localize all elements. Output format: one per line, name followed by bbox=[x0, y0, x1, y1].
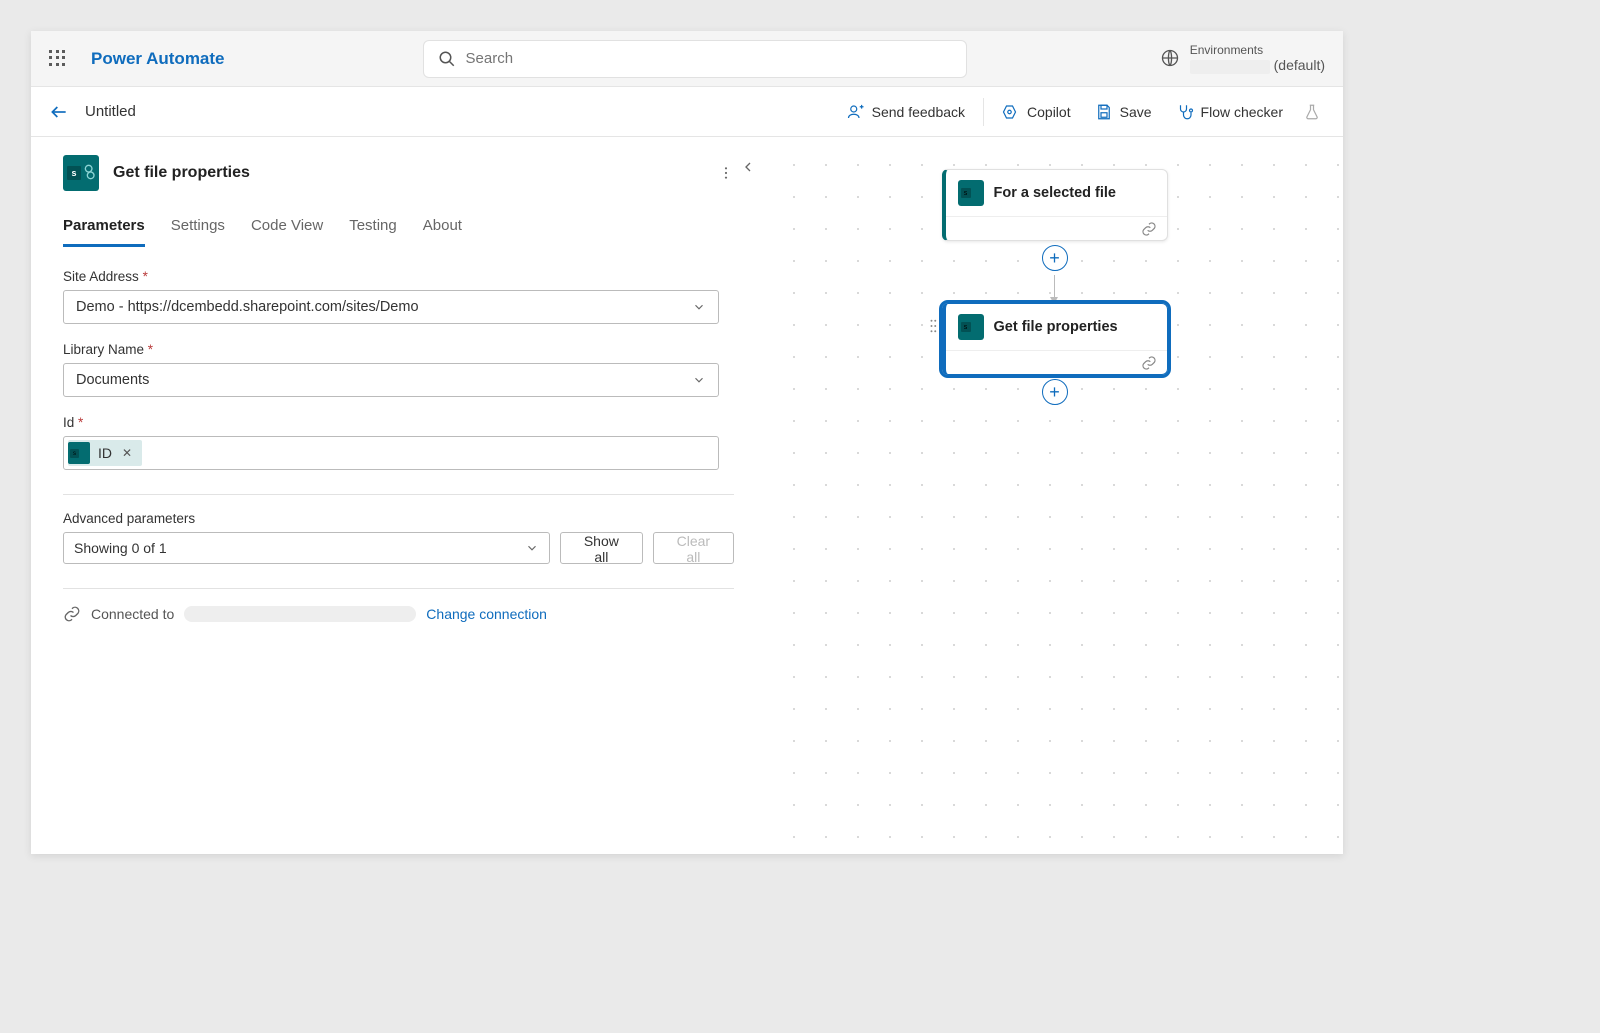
node-get-file-properties[interactable]: s Get file properties bbox=[942, 303, 1168, 375]
chevron-down-icon bbox=[692, 300, 706, 314]
change-connection-link[interactable]: Change connection bbox=[426, 606, 547, 622]
library-name-select[interactable]: Documents bbox=[63, 363, 719, 397]
clear-all-button: Clear all bbox=[653, 532, 734, 564]
sharepoint-icon: s bbox=[68, 442, 90, 464]
search-box[interactable] bbox=[423, 40, 967, 78]
tab-settings[interactable]: Settings bbox=[171, 217, 225, 247]
panel-title: Get file properties bbox=[113, 164, 250, 182]
chevron-left-icon bbox=[740, 159, 756, 175]
save-label: Save bbox=[1120, 104, 1152, 120]
collapse-panel-button[interactable] bbox=[740, 159, 756, 175]
chevron-down-icon bbox=[692, 373, 706, 387]
sharepoint-icon: s bbox=[958, 314, 984, 340]
copilot-label: Copilot bbox=[1027, 104, 1071, 120]
drag-icon bbox=[928, 317, 938, 335]
sharepoint-icon: s bbox=[958, 180, 984, 206]
link-icon bbox=[1141, 221, 1157, 237]
site-address-value: Demo - https://dcembedd.sharepoint.com/s… bbox=[76, 299, 419, 315]
test-button[interactable] bbox=[1297, 97, 1327, 127]
search-input[interactable] bbox=[466, 50, 952, 67]
library-name-value: Documents bbox=[76, 372, 149, 388]
panel-header: s Get file properties bbox=[31, 137, 766, 203]
globe-icon bbox=[1160, 48, 1180, 68]
site-address-select[interactable]: Demo - https://dcembedd.sharepoint.com/s… bbox=[63, 290, 719, 324]
panel-more-button[interactable] bbox=[714, 161, 738, 185]
send-feedback-button[interactable]: Send feedback bbox=[837, 97, 975, 127]
action-config-panel: s Get file properties Parameters Setting… bbox=[31, 137, 766, 854]
divider bbox=[63, 494, 734, 495]
back-button[interactable] bbox=[47, 100, 71, 124]
remove-token-button[interactable]: ✕ bbox=[118, 446, 136, 460]
flask-icon bbox=[1303, 103, 1321, 121]
search-icon bbox=[438, 50, 456, 68]
show-all-button[interactable]: Show all bbox=[560, 532, 643, 564]
flow-canvas[interactable]: s For a selected file + bbox=[766, 137, 1343, 854]
id-token[interactable]: s ID ✕ bbox=[68, 440, 142, 466]
app-title: Power Automate bbox=[85, 49, 225, 69]
id-input[interactable]: s ID ✕ bbox=[63, 436, 719, 470]
send-feedback-label: Send feedback bbox=[872, 104, 965, 120]
connected-to-label: Connected to bbox=[91, 606, 174, 622]
environment-name: (default) bbox=[1190, 57, 1325, 73]
flow-checker-label: Flow checker bbox=[1201, 104, 1283, 120]
app-launcher-button[interactable] bbox=[31, 31, 85, 87]
copilot-icon bbox=[1002, 103, 1020, 121]
connection-name-redacted bbox=[184, 606, 416, 622]
library-name-label: Library Name * bbox=[63, 342, 734, 357]
environments-label: Environments bbox=[1190, 43, 1325, 57]
tab-testing[interactable]: Testing bbox=[349, 217, 397, 247]
divider bbox=[63, 588, 734, 589]
advanced-parameters-select[interactable]: Showing 0 of 1 bbox=[63, 532, 550, 564]
flow-checker-button[interactable]: Flow checker bbox=[1166, 97, 1293, 127]
connection-row: Connected to Change connection bbox=[63, 605, 734, 623]
tab-parameters[interactable]: Parameters bbox=[63, 217, 145, 247]
link-icon bbox=[1141, 355, 1157, 371]
save-button[interactable]: Save bbox=[1085, 97, 1162, 127]
add-action-button[interactable]: + bbox=[1042, 245, 1068, 271]
sharepoint-icon: s bbox=[63, 155, 99, 191]
arrow-left-icon bbox=[49, 102, 69, 122]
parameters-form: Site Address * Demo - https://dcembedd.s… bbox=[31, 247, 766, 623]
command-bar: Untitled Send feedback Copilot Save Flow… bbox=[31, 87, 1343, 137]
connector-arrow bbox=[1054, 275, 1055, 303]
stethoscope-icon bbox=[1176, 103, 1194, 121]
tab-code-view[interactable]: Code View bbox=[251, 217, 323, 247]
node-title: Get file properties bbox=[994, 319, 1118, 335]
link-icon bbox=[63, 605, 81, 623]
node-drag-handle[interactable] bbox=[928, 317, 938, 335]
main-area: s Get file properties Parameters Setting… bbox=[31, 137, 1343, 854]
id-token-label: ID bbox=[98, 445, 118, 461]
more-vertical-icon bbox=[718, 165, 734, 181]
advanced-parameters-label: Advanced parameters bbox=[63, 511, 734, 526]
save-icon bbox=[1095, 103, 1113, 121]
panel-tabs: Parameters Settings Code View Testing Ab… bbox=[31, 203, 766, 247]
flow-title[interactable]: Untitled bbox=[85, 103, 136, 120]
waffle-icon bbox=[49, 50, 67, 68]
node-title: For a selected file bbox=[994, 185, 1117, 201]
tab-about[interactable]: About bbox=[423, 217, 462, 247]
node-for-selected-file[interactable]: s For a selected file bbox=[942, 169, 1168, 241]
environment-picker[interactable]: Environments (default) bbox=[1160, 43, 1325, 73]
advanced-showing-text: Showing 0 of 1 bbox=[74, 540, 167, 556]
add-action-button[interactable]: + bbox=[1042, 379, 1068, 405]
feedback-icon bbox=[847, 103, 865, 121]
app-shell: Power Automate Environments (default) Un… bbox=[31, 31, 1343, 854]
id-label: Id * bbox=[63, 415, 734, 430]
chevron-down-icon bbox=[525, 541, 539, 555]
copilot-button[interactable]: Copilot bbox=[992, 97, 1081, 127]
topbar: Power Automate Environments (default) bbox=[31, 31, 1343, 87]
site-address-label: Site Address * bbox=[63, 269, 734, 284]
